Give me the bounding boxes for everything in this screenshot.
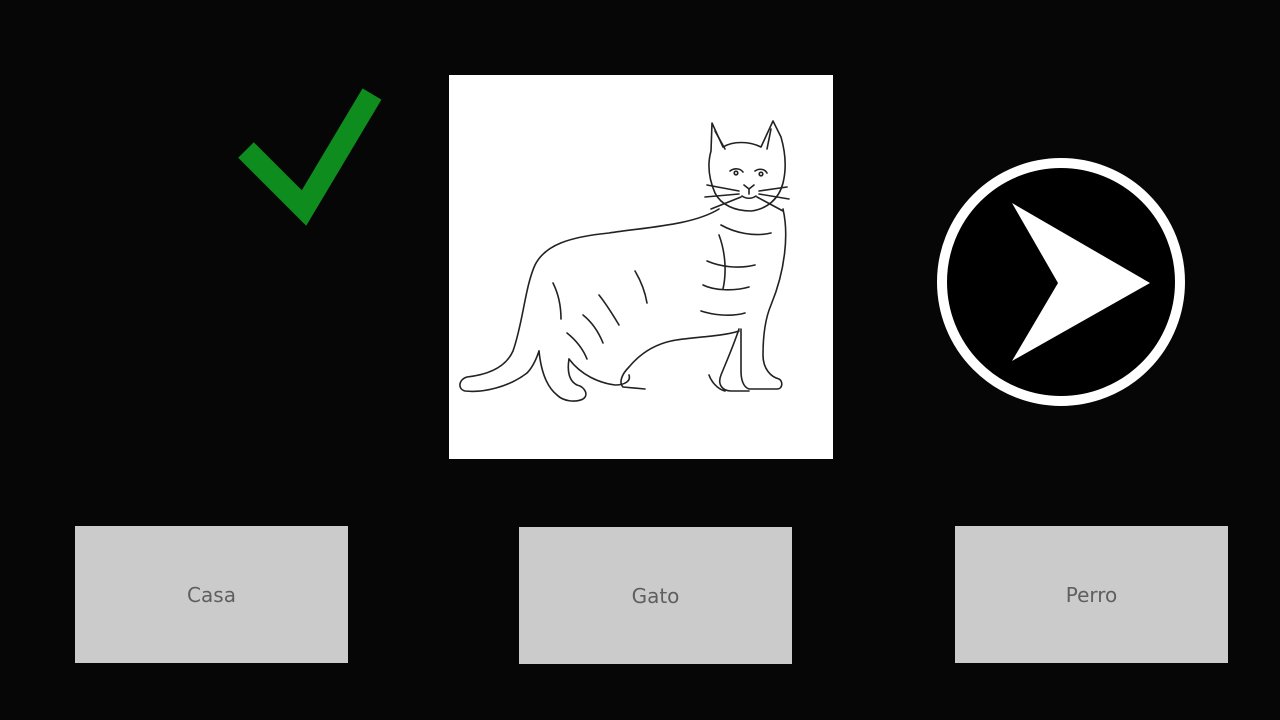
- option-label: Casa: [187, 582, 236, 607]
- picture-card: [449, 75, 833, 459]
- option-label: Gato: [631, 583, 680, 608]
- option-label: Perro: [1065, 582, 1118, 607]
- option-perro-button[interactable]: Perro: [955, 526, 1228, 663]
- option-gato-button[interactable]: Gato: [519, 527, 792, 664]
- quiz-screen: Casa Gato Perro: [0, 0, 1280, 720]
- option-casa-button[interactable]: Casa: [75, 526, 348, 663]
- arrow-right-circle-icon: [937, 158, 1185, 406]
- next-button[interactable]: [934, 155, 1188, 409]
- cat-illustration: [459, 120, 790, 402]
- check-icon: [236, 84, 382, 226]
